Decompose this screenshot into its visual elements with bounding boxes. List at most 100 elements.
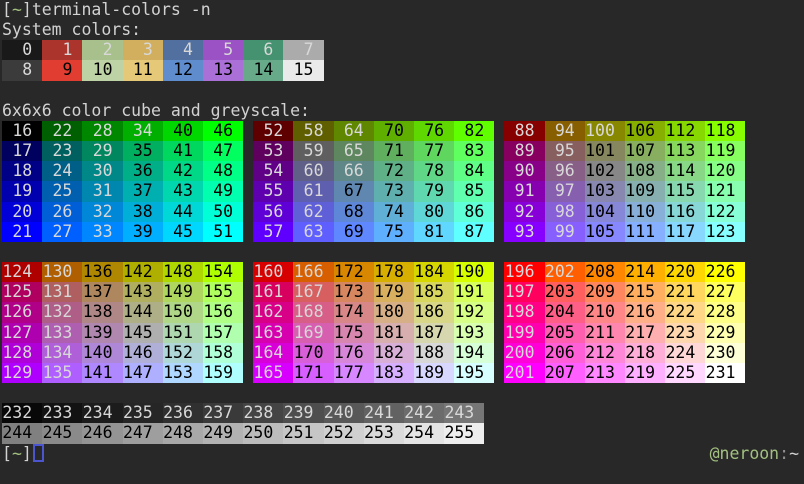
color-cell-128: 128	[2, 343, 42, 363]
color-cell-44: 44	[163, 202, 203, 222]
color-cell-219: 219	[625, 363, 665, 383]
color-cell-138: 138	[82, 302, 122, 322]
color-cell-118: 118	[705, 121, 745, 141]
color-cell-174: 174	[334, 302, 374, 322]
color-cell-170: 170	[293, 343, 333, 363]
color-cell-232: 232	[2, 403, 42, 423]
color-cell-49: 49	[203, 181, 243, 201]
color-cell-213: 213	[585, 363, 625, 383]
color-cell-40: 40	[163, 121, 203, 141]
color-cell-207: 207	[545, 363, 585, 383]
terminal-screen[interactable]: [~]terminal-colors -n System colors: 012…	[0, 0, 804, 484]
color-cell-155: 155	[203, 282, 243, 302]
color-cell-112: 112	[665, 121, 705, 141]
color-cell-141: 141	[82, 363, 122, 383]
color-cell-176: 176	[334, 343, 374, 363]
color-cell-212: 212	[585, 343, 625, 363]
system-colors-grid: 01234567 89101112131415	[2, 40, 324, 80]
cube-band-2: 1241301361421481541251311371431491551261…	[2, 262, 745, 383]
color-cell-191: 191	[454, 282, 494, 302]
color-cell-87: 87	[454, 222, 494, 242]
color-cell-209: 209	[585, 282, 625, 302]
color-cell-157: 157	[203, 323, 243, 343]
color-cell-186: 186	[414, 302, 454, 322]
system-colors-label: System colors:	[2, 20, 141, 40]
color-cell-152: 152	[163, 343, 203, 363]
color-cell-181: 181	[374, 323, 414, 343]
prompt-bracket-open: [	[2, 0, 12, 19]
color-cell-22: 22	[42, 121, 82, 141]
color-cell-19: 19	[2, 181, 42, 201]
color-cell-10: 10	[82, 60, 122, 80]
color-cell-114: 114	[665, 161, 705, 181]
color-cell-78: 78	[414, 161, 454, 181]
color-cell-45: 45	[163, 222, 203, 242]
color-cell-21: 21	[2, 222, 42, 242]
color-cell-248: 248	[163, 423, 203, 443]
system-colors-row-2: 89101112131415	[2, 60, 324, 80]
color-cell-1: 1	[42, 40, 82, 60]
color-cell-15: 15	[283, 60, 323, 80]
color-cell-247: 247	[123, 423, 163, 443]
color-cell-27: 27	[42, 222, 82, 242]
prompt-home: ~	[12, 444, 22, 463]
color-cell-226: 226	[705, 262, 745, 282]
color-cell-121: 121	[705, 181, 745, 201]
color-cell-136: 136	[82, 262, 122, 282]
color-cell-216: 216	[625, 302, 665, 322]
color-cell-125: 125	[2, 282, 42, 302]
color-cell-96: 96	[545, 161, 585, 181]
color-cell-236: 236	[163, 403, 203, 423]
color-cell-119: 119	[705, 141, 745, 161]
color-cell-111: 111	[625, 222, 665, 242]
prompt-bracket-close: ]	[22, 444, 32, 463]
color-cell-234: 234	[82, 403, 122, 423]
system-colors-row-1: 01234567	[2, 40, 324, 60]
color-cell-13: 13	[203, 60, 243, 80]
color-cell-197: 197	[504, 282, 544, 302]
color-cell-246: 246	[82, 423, 122, 443]
color-cell-67: 67	[334, 181, 374, 201]
color-cell-90: 90	[504, 161, 544, 181]
color-cell-167: 167	[293, 282, 333, 302]
color-cell-64: 64	[334, 121, 374, 141]
color-cell-150: 150	[163, 302, 203, 322]
color-cell-68: 68	[334, 202, 374, 222]
color-cell-36: 36	[123, 161, 163, 181]
color-cell-116: 116	[665, 202, 705, 222]
color-cell-241: 241	[364, 403, 404, 423]
prompt-line: [~] @neroon:~	[2, 444, 799, 464]
color-cell-211: 211	[585, 323, 625, 343]
prompt-bracket-close: ]	[22, 0, 32, 19]
color-cell-102: 102	[585, 161, 625, 181]
color-cell-110: 110	[625, 202, 665, 222]
color-cell-23: 23	[42, 141, 82, 161]
color-cell-55: 55	[253, 181, 293, 201]
color-cell-25: 25	[42, 181, 82, 201]
color-cell-192: 192	[454, 302, 494, 322]
color-cell-17: 17	[2, 141, 42, 161]
color-cell-215: 215	[625, 282, 665, 302]
color-cell-29: 29	[82, 141, 122, 161]
color-cell-51: 51	[203, 222, 243, 242]
color-cell-72: 72	[374, 161, 414, 181]
color-cell-235: 235	[123, 403, 163, 423]
color-cell-222: 222	[665, 302, 705, 322]
color-cell-189: 189	[414, 363, 454, 383]
color-cell-184: 184	[414, 262, 454, 282]
command-line: [~]terminal-colors -n	[2, 0, 211, 20]
color-cell-244: 244	[2, 423, 42, 443]
color-cell-129: 129	[2, 363, 42, 383]
color-cell-199: 199	[504, 323, 544, 343]
cube-block-16: 1622283440461723293541471824303642481925…	[2, 121, 243, 242]
color-cell-85: 85	[454, 181, 494, 201]
color-cell-8: 8	[2, 60, 42, 80]
color-cell-115: 115	[665, 181, 705, 201]
color-cell-20: 20	[2, 202, 42, 222]
color-cell-43: 43	[163, 181, 203, 201]
color-cell-208: 208	[585, 262, 625, 282]
color-cell-48: 48	[203, 161, 243, 181]
color-cell-63: 63	[293, 222, 333, 242]
color-cell-95: 95	[545, 141, 585, 161]
color-cell-187: 187	[414, 323, 454, 343]
